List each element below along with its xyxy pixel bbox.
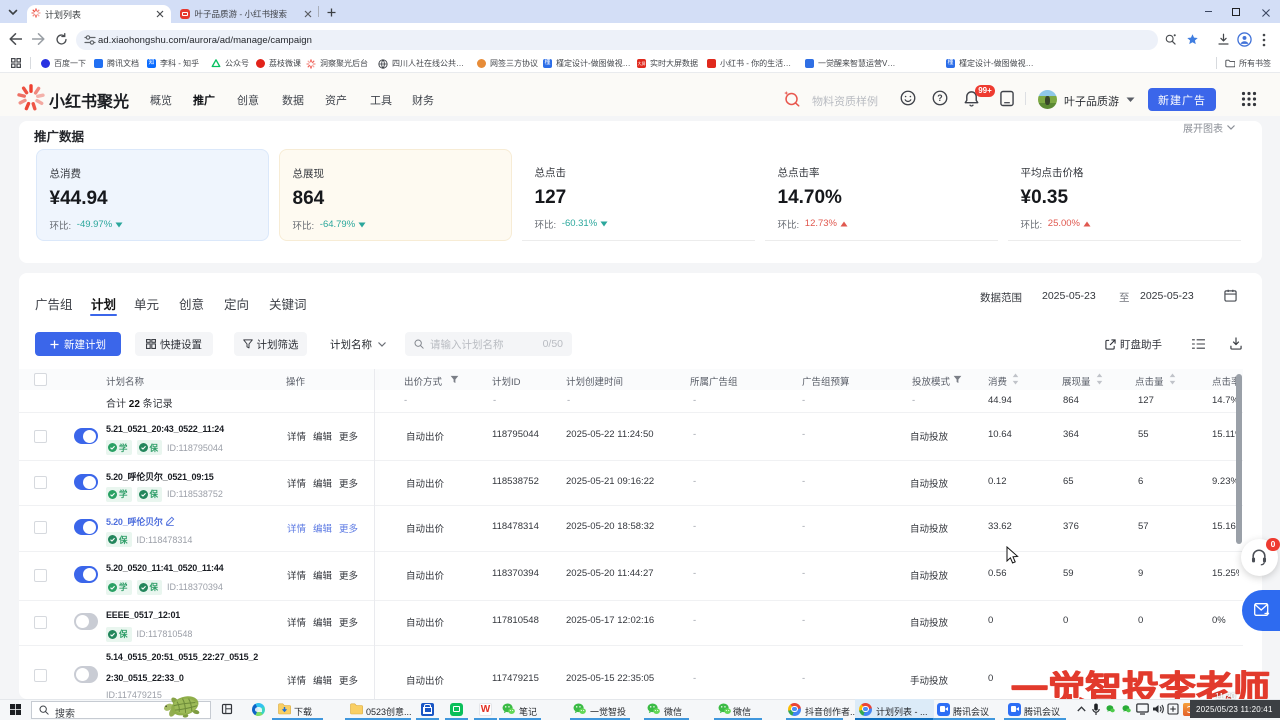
svg-text:?: ?	[937, 93, 942, 103]
